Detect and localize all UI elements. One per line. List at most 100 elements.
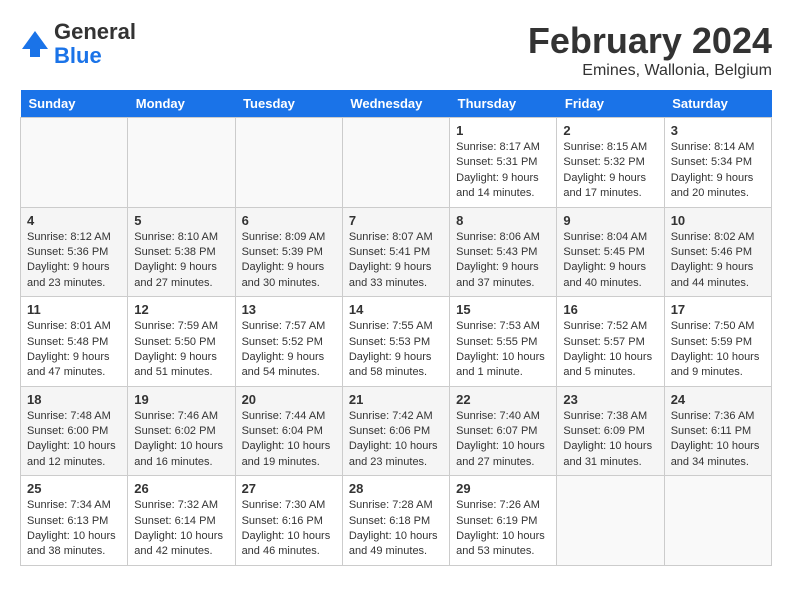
day-info-9: Sunrise: 8:04 AMSunset: 5:45 PMDaylight:… <box>563 230 657 292</box>
cell-1-2: 6Sunrise: 8:09 AMSunset: 5:39 PMDaylight… <box>235 207 342 297</box>
cell-4-3: 28Sunrise: 7:28 AMSunset: 6:18 PMDayligh… <box>342 476 449 566</box>
cell-2-4: 15Sunrise: 7:53 AMSunset: 5:55 PMDayligh… <box>450 297 557 387</box>
day-info-6: Sunrise: 8:09 AMSunset: 5:39 PMDaylight:… <box>242 230 336 292</box>
day-number-17: 17 <box>671 302 765 317</box>
day-number-3: 3 <box>671 123 765 138</box>
day-number-7: 7 <box>349 213 443 228</box>
day-info-18: Sunrise: 7:48 AMSunset: 6:00 PMDaylight:… <box>27 409 121 471</box>
day-number-13: 13 <box>242 302 336 317</box>
day-info-24: Sunrise: 7:36 AMSunset: 6:11 PMDaylight:… <box>671 409 765 471</box>
cell-1-3: 7Sunrise: 8:07 AMSunset: 5:41 PMDaylight… <box>342 207 449 297</box>
day-number-8: 8 <box>456 213 550 228</box>
cell-3-1: 19 Sunrise: 7:46 AMSunset: 6:02 PMDayligh… <box>128 386 235 476</box>
cell-2-3: 14 Sunrise: 7:55 AMSunset: 5:53 PMDayligh… <box>342 297 449 387</box>
cell-1-0: 4Sunrise: 8:12 AMSunset: 5:36 PMDaylight… <box>21 207 128 297</box>
subtitle: Emines, Wallonia, Belgium <box>528 62 772 80</box>
title-section: February 2024 Emines, Wallonia, Belgium <box>528 20 772 80</box>
day-info-15: Sunrise: 7:53 AMSunset: 5:55 PMDaylight:… <box>456 319 550 381</box>
cell-2-0: 11 Sunrise: 8:01 AMSunset: 5:48 PMDayligh… <box>21 297 128 387</box>
day-number-25: 25 <box>27 481 121 496</box>
day-info-12: Sunrise: 7:59 AMSunset: 5:50 PMDaylight:… <box>134 319 228 381</box>
week-row-1: 4Sunrise: 8:12 AMSunset: 5:36 PMDaylight… <box>21 207 772 297</box>
cell-3-5: 23 Sunrise: 7:38 AMSunset: 6:09 PMDayligh… <box>557 386 664 476</box>
cell-3-0: 18Sunrise: 7:48 AMSunset: 6:00 PMDayligh… <box>21 386 128 476</box>
day-number-12: 12 <box>134 302 228 317</box>
day-number-20: 20 <box>242 392 336 407</box>
day-info-21: Sunrise: 7:42 AMSunset: 6:06 PMDaylight:… <box>349 409 443 471</box>
cell-0-4: 1 Sunrise: 8:17 AMSunset: 5:31 PMDaylight… <box>450 118 557 208</box>
day-info-23: Sunrise: 7:38 AMSunset: 6:09 PMDaylight:… <box>563 409 657 471</box>
day-info-20: Sunrise: 7:44 AMSunset: 6:04 PMDaylight:… <box>242 409 336 471</box>
week-row-3: 18Sunrise: 7:48 AMSunset: 6:00 PMDayligh… <box>21 386 772 476</box>
cell-1-1: 5 Sunrise: 8:10 AMSunset: 5:38 PMDaylight… <box>128 207 235 297</box>
day-info-22: Sunrise: 7:40 AMSunset: 6:07 PMDaylight:… <box>456 409 550 471</box>
day-number-5: 5 <box>134 213 228 228</box>
calendar-table: SundayMondayTuesdayWednesdayThursdayFrid… <box>20 90 772 566</box>
cell-3-3: 21 Sunrise: 7:42 AMSunset: 6:06 PMDayligh… <box>342 386 449 476</box>
logo: General Blue <box>20 20 136 68</box>
day-number-29: 29 <box>456 481 550 496</box>
day-number-14: 14 <box>349 302 443 317</box>
logo-line1: General <box>54 20 136 44</box>
header-friday: Friday <box>557 90 664 118</box>
day-info-10: Sunrise: 8:02 AMSunset: 5:46 PMDaylight:… <box>671 230 765 292</box>
day-info-14: Sunrise: 7:55 AMSunset: 5:53 PMDaylight:… <box>349 319 443 381</box>
cell-1-5: 9Sunrise: 8:04 AMSunset: 5:45 PMDaylight… <box>557 207 664 297</box>
cell-0-5: 2 Sunrise: 8:15 AMSunset: 5:32 PMDaylight… <box>557 118 664 208</box>
day-info-2: Sunrise: 8:15 AMSunset: 5:32 PMDaylight:… <box>563 140 657 202</box>
header-sunday: Sunday <box>21 90 128 118</box>
header-row: SundayMondayTuesdayWednesdayThursdayFrid… <box>21 90 772 118</box>
day-number-24: 24 <box>671 392 765 407</box>
cell-1-6: 10 Sunrise: 8:02 AMSunset: 5:46 PMDayligh… <box>664 207 771 297</box>
day-number-19: 19 <box>134 392 228 407</box>
day-info-27: Sunrise: 7:30 AMSunset: 6:16 PMDaylight:… <box>242 498 336 560</box>
logo-line2: Blue <box>54 44 136 68</box>
cell-2-1: 12 Sunrise: 7:59 AMSunset: 5:50 PMDayligh… <box>128 297 235 387</box>
logo-text: General Blue <box>54 20 136 68</box>
cell-0-6: 3 Sunrise: 8:14 AMSunset: 5:34 PMDaylight… <box>664 118 771 208</box>
cell-4-6 <box>664 476 771 566</box>
cell-0-3 <box>342 118 449 208</box>
cell-4-5 <box>557 476 664 566</box>
day-info-28: Sunrise: 7:28 AMSunset: 6:18 PMDaylight:… <box>349 498 443 560</box>
day-number-23: 23 <box>563 392 657 407</box>
cell-3-4: 22Sunrise: 7:40 AMSunset: 6:07 PMDayligh… <box>450 386 557 476</box>
day-info-26: Sunrise: 7:32 AMSunset: 6:14 PMDaylight:… <box>134 498 228 560</box>
day-number-26: 26 <box>134 481 228 496</box>
cell-4-1: 26 Sunrise: 7:32 AMSunset: 6:14 PMDayligh… <box>128 476 235 566</box>
header-monday: Monday <box>128 90 235 118</box>
main-title: February 2024 <box>528 20 772 62</box>
day-info-25: Sunrise: 7:34 AMSunset: 6:13 PMDaylight:… <box>27 498 121 560</box>
day-info-4: Sunrise: 8:12 AMSunset: 5:36 PMDaylight:… <box>27 230 121 292</box>
day-info-17: Sunrise: 7:50 AMSunset: 5:59 PMDaylight:… <box>671 319 765 381</box>
cell-2-2: 13 Sunrise: 7:57 AMSunset: 5:52 PMDayligh… <box>235 297 342 387</box>
day-info-29: Sunrise: 7:26 AMSunset: 6:19 PMDaylight:… <box>456 498 550 560</box>
day-info-16: Sunrise: 7:52 AMSunset: 5:57 PMDaylight:… <box>563 319 657 381</box>
day-info-1: Sunrise: 8:17 AMSunset: 5:31 PMDaylight:… <box>456 140 550 202</box>
day-info-3: Sunrise: 8:14 AMSunset: 5:34 PMDaylight:… <box>671 140 765 202</box>
cell-4-4: 29 Sunrise: 7:26 AMSunset: 6:19 PMDayligh… <box>450 476 557 566</box>
day-number-1: 1 <box>456 123 550 138</box>
day-number-11: 11 <box>27 302 121 317</box>
day-number-16: 16 <box>563 302 657 317</box>
header-wednesday: Wednesday <box>342 90 449 118</box>
day-number-10: 10 <box>671 213 765 228</box>
header-tuesday: Tuesday <box>235 90 342 118</box>
cell-3-6: 24 Sunrise: 7:36 AMSunset: 6:11 PMDayligh… <box>664 386 771 476</box>
week-row-2: 11 Sunrise: 8:01 AMSunset: 5:48 PMDayligh… <box>21 297 772 387</box>
day-info-8: Sunrise: 8:06 AMSunset: 5:43 PMDaylight:… <box>456 230 550 292</box>
logo-icon <box>20 29 50 59</box>
day-number-21: 21 <box>349 392 443 407</box>
day-info-11: Sunrise: 8:01 AMSunset: 5:48 PMDaylight:… <box>27 319 121 381</box>
cell-3-2: 20 Sunrise: 7:44 AMSunset: 6:04 PMDayligh… <box>235 386 342 476</box>
day-info-5: Sunrise: 8:10 AMSunset: 5:38 PMDaylight:… <box>134 230 228 292</box>
header-thursday: Thursday <box>450 90 557 118</box>
cell-2-6: 17 Sunrise: 7:50 AMSunset: 5:59 PMDayligh… <box>664 297 771 387</box>
day-number-27: 27 <box>242 481 336 496</box>
day-number-2: 2 <box>563 123 657 138</box>
cell-2-5: 16 Sunrise: 7:52 AMSunset: 5:57 PMDayligh… <box>557 297 664 387</box>
cell-0-1 <box>128 118 235 208</box>
day-info-19: Sunrise: 7:46 AMSunset: 6:02 PMDaylight:… <box>134 409 228 471</box>
week-row-4: 25 Sunrise: 7:34 AMSunset: 6:13 PMDayligh… <box>21 476 772 566</box>
day-info-13: Sunrise: 7:57 AMSunset: 5:52 PMDaylight:… <box>242 319 336 381</box>
